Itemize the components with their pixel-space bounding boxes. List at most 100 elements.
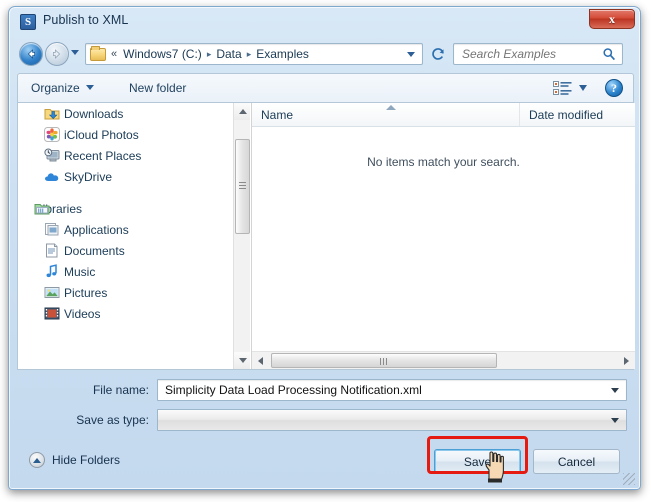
- file-list-header: Name Date modified: [252, 103, 635, 127]
- sidebar-item-libraries[interactable]: Libraries: [18, 198, 250, 219]
- breadcrumb-item-examples[interactable]: Examples: [253, 46, 312, 62]
- file-name-input[interactable]: [163, 382, 603, 398]
- cancel-button-label: Cancel: [557, 454, 596, 469]
- list-view-icon: [553, 80, 572, 95]
- file-name-row: File name:: [9, 379, 640, 409]
- videos-library-icon: [44, 306, 60, 321]
- close-button[interactable]: x: [589, 9, 635, 29]
- scrollbar-thumb[interactable]: [271, 353, 497, 368]
- chevron-down-icon[interactable]: [407, 51, 415, 57]
- sort-ascending-icon: [386, 105, 396, 110]
- refresh-icon: [431, 47, 444, 60]
- chevron-up-icon: [29, 452, 45, 468]
- resize-grip[interactable]: [623, 473, 635, 485]
- save-as-type-row: Save as type:: [9, 409, 640, 439]
- sidebar-item-label: Applications: [64, 222, 129, 237]
- triangle-up-icon: [238, 109, 247, 114]
- recent-locations-chevron-icon[interactable]: [71, 50, 79, 55]
- navigation-bar: « Windows7 (C:) ▸ Data ▸ Examples: [9, 37, 640, 71]
- column-header-label: Name: [261, 107, 294, 122]
- forward-button[interactable]: [45, 42, 69, 66]
- search-icon[interactable]: [602, 47, 616, 61]
- hide-folders-button[interactable]: Hide Folders: [29, 452, 120, 468]
- chevron-down-icon[interactable]: [611, 417, 619, 423]
- new-folder-button[interactable]: New folder: [122, 74, 193, 101]
- file-list-pane[interactable]: Name Date modified No items match your s…: [251, 103, 635, 369]
- form-fields: File name: Save as type:: [9, 379, 640, 439]
- chevron-down-icon: [579, 85, 587, 91]
- file-name-combobox[interactable]: [157, 379, 627, 401]
- navigation-pane-scrollbar[interactable]: [233, 103, 250, 369]
- sidebar-item-label: iCloud Photos: [64, 127, 139, 142]
- breadcrumb-separator-icon[interactable]: ▸: [207, 49, 212, 60]
- sidebar-item-label: Videos: [64, 306, 101, 321]
- back-button[interactable]: [19, 42, 43, 66]
- icloud-photos-icon: [44, 127, 60, 142]
- browser-content: Downloads iCloud Photos Recent Places Sk…: [17, 102, 635, 370]
- sidebar-item-applications[interactable]: Applications: [18, 219, 250, 240]
- scroll-left-button[interactable]: [252, 352, 269, 369]
- file-list-horizontal-scrollbar[interactable]: [252, 351, 635, 369]
- sidebar-item-recent-places[interactable]: Recent Places: [18, 145, 250, 166]
- help-button[interactable]: ?: [605, 79, 623, 97]
- publish-to-xml-dialog: S Publish to XML x « Windows7 (C:) ▸ Dat…: [8, 6, 641, 490]
- sidebar-item-skydrive[interactable]: SkyDrive: [18, 166, 250, 187]
- breadcrumb-item-drive[interactable]: Windows7 (C:): [120, 46, 205, 62]
- scroll-right-button[interactable]: [618, 352, 635, 369]
- sidebar-item-pictures[interactable]: Pictures: [18, 282, 250, 303]
- scrollbar-grip-icon: [239, 182, 246, 189]
- column-header-label: Date modified: [529, 107, 604, 122]
- scroll-up-button[interactable]: [234, 103, 250, 120]
- pictures-library-icon: [44, 285, 60, 300]
- save-button[interactable]: Save: [434, 449, 521, 474]
- organize-label: Organize: [31, 80, 80, 95]
- folder-icon: [90, 45, 106, 61]
- breadcrumb-separator-icon[interactable]: ▸: [247, 49, 252, 60]
- view-mode-button[interactable]: [553, 78, 587, 98]
- simplicity-s-icon: S: [20, 14, 36, 30]
- scrollbar-thumb[interactable]: [235, 139, 250, 234]
- downloads-folder-icon: [44, 106, 60, 121]
- search-box[interactable]: [453, 43, 623, 65]
- music-library-icon: [44, 264, 60, 279]
- chevron-down-icon[interactable]: [611, 387, 619, 393]
- dialog-footer: Hide Folders Save Cancel: [9, 441, 640, 489]
- column-header-name[interactable]: Name: [252, 103, 520, 126]
- refresh-button[interactable]: [427, 43, 449, 65]
- save-as-type-combobox[interactable]: [157, 409, 627, 431]
- command-toolbar: Organize New folder ?: [17, 73, 634, 102]
- sidebar-item-label: Music: [64, 264, 96, 279]
- breadcrumb-overflow-icon[interactable]: «: [111, 48, 117, 60]
- scrollbar-grip-icon: [380, 358, 388, 365]
- help-icon: ?: [611, 81, 617, 95]
- chevron-down-icon: [85, 85, 94, 90]
- sidebar-item-music[interactable]: Music: [18, 261, 250, 282]
- save-as-type-label: Save as type:: [76, 413, 149, 427]
- search-input[interactable]: [460, 46, 596, 62]
- title-bar: S Publish to XML x: [9, 7, 640, 37]
- cancel-button[interactable]: Cancel: [533, 449, 620, 474]
- sidebar-item-label: Downloads: [64, 106, 124, 121]
- navigation-pane: Downloads iCloud Photos Recent Places Sk…: [18, 103, 250, 369]
- scroll-down-button[interactable]: [234, 352, 250, 369]
- address-bar[interactable]: « Windows7 (C:) ▸ Data ▸ Examples: [85, 43, 423, 65]
- empty-list-message: No items match your search.: [367, 155, 520, 169]
- sidebar-item-icloud-photos[interactable]: iCloud Photos: [18, 124, 250, 145]
- close-icon: x: [609, 12, 615, 26]
- skydrive-cloud-icon: [44, 169, 60, 184]
- sidebar-item-videos[interactable]: Videos: [18, 303, 250, 324]
- sidebar-item-label: SkyDrive: [64, 169, 113, 184]
- back-arrow-icon: [27, 49, 35, 59]
- sidebar-item-documents[interactable]: Documents: [18, 240, 250, 261]
- sidebar-item-downloads[interactable]: Downloads: [18, 103, 250, 124]
- file-name-label: File name:: [92, 383, 149, 397]
- breadcrumb-item-data[interactable]: Data: [213, 46, 244, 62]
- column-header-date-modified[interactable]: Date modified: [520, 103, 636, 126]
- triangle-right-icon: [624, 356, 629, 365]
- hide-folders-label: Hide Folders: [52, 453, 121, 467]
- documents-library-icon: [44, 243, 60, 258]
- sidebar-item-label: Recent Places: [64, 148, 142, 163]
- organize-button[interactable]: Organize: [24, 74, 101, 101]
- window-title: Publish to XML: [43, 13, 129, 27]
